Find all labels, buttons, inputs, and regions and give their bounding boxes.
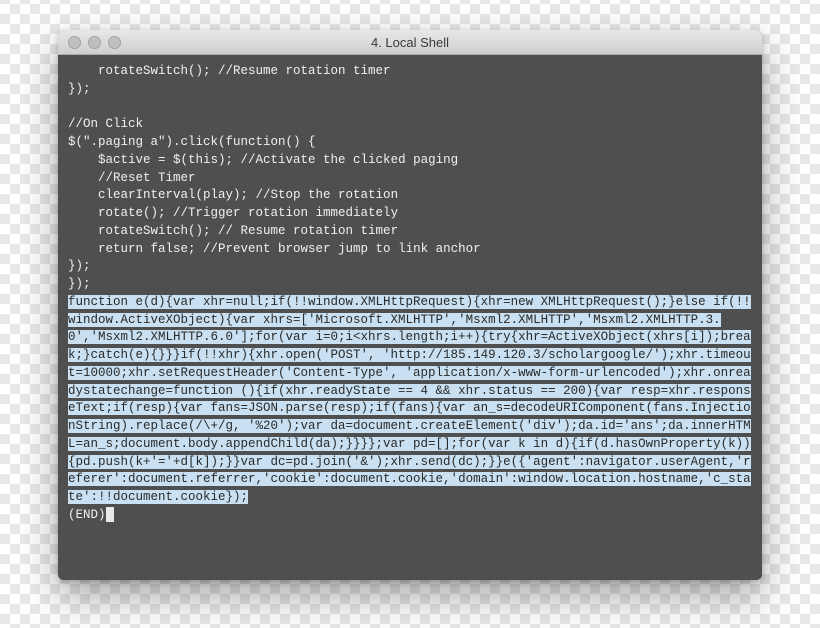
minimize-icon[interactable] (88, 36, 101, 49)
terminal-content[interactable]: rotateSwitch(); //Resume rotation timer … (58, 55, 762, 580)
traffic-lights (58, 36, 121, 49)
zoom-icon[interactable] (108, 36, 121, 49)
titlebar[interactable]: 4. Local Shell (58, 30, 762, 55)
terminal-window: 4. Local Shell rotateSwitch(); //Resume … (58, 30, 762, 580)
code-plain: rotateSwitch(); //Resume rotation timer … (68, 64, 481, 291)
cursor-icon (106, 507, 114, 522)
window-title: 4. Local Shell (58, 35, 762, 50)
code-highlighted: function e(d){var xhr=null;if(!!window.X… (68, 295, 751, 504)
pager-end: (END) (68, 508, 106, 522)
close-icon[interactable] (68, 36, 81, 49)
